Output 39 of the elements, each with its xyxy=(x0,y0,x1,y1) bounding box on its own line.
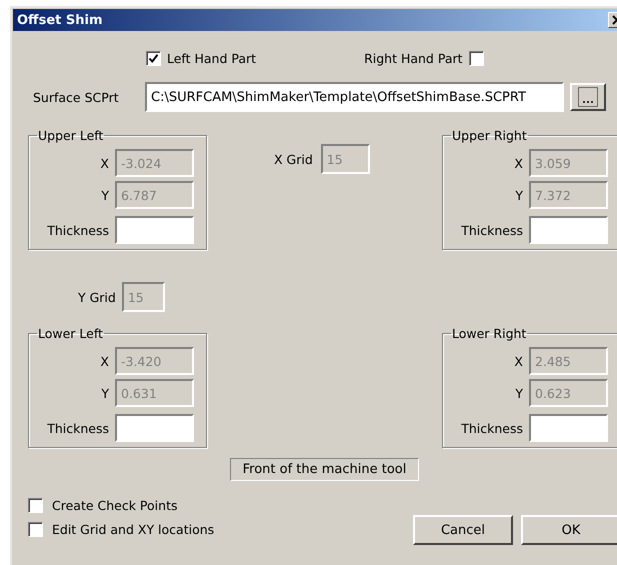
input-field[interactable] xyxy=(529,414,608,442)
field-label: Thickness xyxy=(460,222,523,238)
ellipsis-icon xyxy=(577,86,599,108)
field-label: Y xyxy=(100,386,109,400)
checkbox-option[interactable]: Left Hand Part xyxy=(146,50,256,66)
group-title: Lower Left xyxy=(37,326,104,341)
front-label: Front of the machine tool xyxy=(230,458,419,481)
checkbox[interactable] xyxy=(468,50,484,66)
field-label: X xyxy=(513,354,523,368)
field-label: Thickness xyxy=(46,420,109,436)
field-label: Y xyxy=(514,386,523,400)
field-label: Surface SCPrt xyxy=(32,90,120,104)
input-field[interactable] xyxy=(529,216,608,244)
field-label: X xyxy=(99,354,109,368)
group-title: Upper Left xyxy=(37,128,104,143)
field-label: Y Grid xyxy=(78,290,116,304)
field-label: Y xyxy=(100,188,109,202)
field-label: Thickness xyxy=(460,420,523,436)
checkbox[interactable] xyxy=(146,50,161,66)
field-label: Thickness xyxy=(46,222,109,238)
browse-button[interactable] xyxy=(570,83,606,111)
checkbox[interactable] xyxy=(28,522,43,537)
group-title: Upper Right xyxy=(451,128,528,143)
input-field[interactable] xyxy=(115,216,194,244)
field-label: X Grid xyxy=(274,152,313,166)
window-title: Offset Shim xyxy=(17,12,102,28)
input-field[interactable] xyxy=(115,414,194,442)
path-field[interactable]: C:\SURFCAM\ShimMaker\Template\OffsetShimBase.SCPRT xyxy=(145,82,564,112)
checkbox-option[interactable]: Edit Grid and XY locations xyxy=(28,522,214,537)
field-label: X xyxy=(99,156,109,170)
field-label: Y xyxy=(514,188,523,202)
group-title: Lower Right xyxy=(451,326,528,341)
checkbox-option[interactable]: Right Hand Part xyxy=(364,50,484,66)
field-label: X xyxy=(513,156,523,170)
dialog-button[interactable]: Cancel xyxy=(413,515,513,545)
checkbox-option[interactable]: Create Check Points xyxy=(28,498,214,513)
check-icon xyxy=(148,52,159,64)
checkbox[interactable] xyxy=(28,498,43,513)
dialog-button[interactable]: OK xyxy=(521,515,617,545)
